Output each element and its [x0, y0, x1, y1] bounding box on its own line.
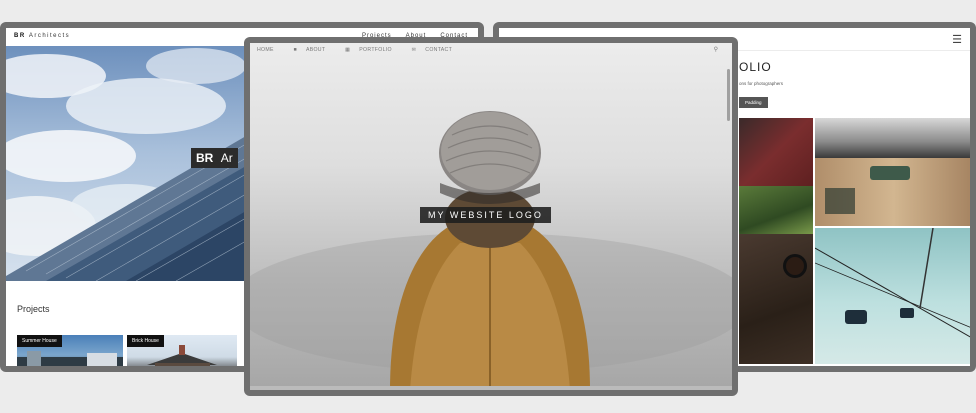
photo-plants[interactable]	[739, 186, 813, 234]
typewriter-image	[825, 166, 910, 214]
center-preview-screen: HOME ■ ABOUT ▦ PORTFOLIO ✉ CONTACT ⚲ MY WEB…	[250, 43, 732, 390]
ski-lift-image	[814, 227, 970, 338]
hamburger-icon[interactable]: ☰	[952, 33, 962, 46]
project-card-summer-house[interactable]: Summer House	[17, 335, 123, 366]
portfolio-title: OLIO	[739, 60, 772, 74]
hero-brand-badge: BR Ar	[191, 148, 238, 168]
coffee-cup-image	[783, 254, 807, 278]
brand-bold: BR	[14, 33, 26, 39]
hero-badge-bold: BR	[196, 151, 214, 165]
photo-coffee-desk[interactable]	[739, 234, 813, 364]
left-brand[interactable]: BR Architects	[14, 33, 70, 39]
photo-ski-lift[interactable]	[814, 227, 970, 364]
portfolio-subtitle: ons for photographers	[739, 81, 784, 86]
photo-red-notebook[interactable]	[739, 118, 813, 186]
photo-typewriter[interactable]	[815, 158, 970, 226]
photo-foggy-rocks[interactable]	[815, 118, 970, 158]
portfolio-button[interactable]: Padding	[739, 97, 768, 108]
brand-rest: Architects	[28, 33, 71, 39]
project-label-summer-house: Summer House	[17, 335, 62, 347]
project-card-brick-house[interactable]: Brick House	[127, 335, 237, 366]
project-label-brick-house: Brick House	[127, 335, 164, 347]
hero-badge-rest: Ar	[220, 151, 233, 165]
projects-heading: Projects	[17, 304, 50, 314]
page-bottom-strip	[0, 396, 976, 413]
center-website-preview[interactable]: HOME ■ ABOUT ▦ PORTFOLIO ✉ CONTACT ⚲ MY WEB…	[244, 37, 738, 396]
website-logo-badge[interactable]: MY WEBSITE LOGO	[420, 207, 551, 223]
center-bottom-bar	[250, 386, 732, 390]
